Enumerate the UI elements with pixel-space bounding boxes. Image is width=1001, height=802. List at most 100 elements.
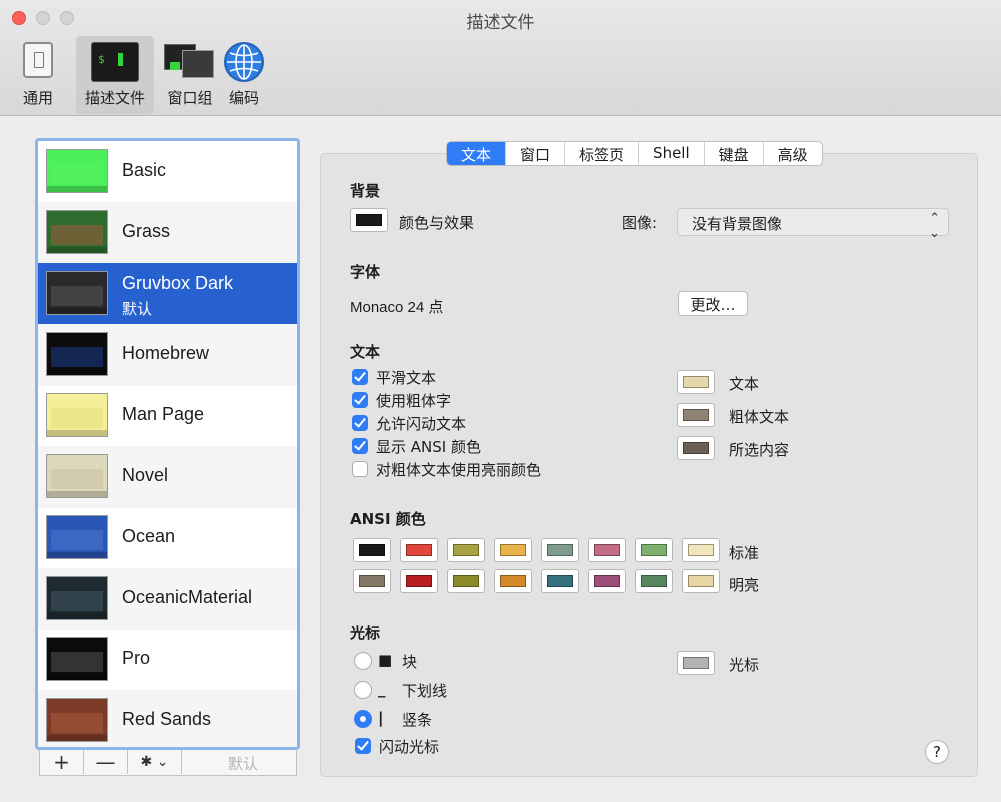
profile-preview-thumbnail bbox=[46, 149, 108, 193]
ansi-normal-color-well[interactable] bbox=[494, 538, 532, 562]
ansi-normal-color-well[interactable] bbox=[682, 538, 720, 562]
profiles-icon: $ bbox=[91, 42, 139, 82]
toolbar-label: 通用 bbox=[22, 89, 53, 107]
ansi-bright-color-well[interactable] bbox=[353, 569, 391, 593]
cursor-style-label: 竖条 bbox=[402, 711, 433, 729]
ansi-bright-color-well[interactable] bbox=[447, 569, 485, 593]
text-option-checkbox[interactable] bbox=[352, 369, 368, 385]
text-option-label: 允许闪动文本 bbox=[376, 415, 467, 433]
text-option-checkbox[interactable] bbox=[352, 392, 368, 408]
text-color-label: 粗体文本 bbox=[729, 408, 790, 426]
toolbar: 描述文件 通用 $ 描述文件 窗口组 编码 bbox=[0, 0, 1001, 116]
cursor-style-label: 块 bbox=[402, 653, 418, 671]
text-option-checkbox[interactable] bbox=[352, 438, 368, 454]
text-color-label: 所选内容 bbox=[729, 441, 790, 459]
profile-name: Basic bbox=[122, 160, 167, 180]
tab-window[interactable]: 窗口 bbox=[506, 142, 566, 165]
cursor-style-radio[interactable] bbox=[354, 652, 372, 670]
window-title: 描述文件 bbox=[466, 13, 535, 33]
blink-cursor-checkbox[interactable] bbox=[355, 738, 371, 754]
text-option-checkbox[interactable] bbox=[352, 461, 368, 477]
text-option-label: 平滑文本 bbox=[376, 369, 437, 387]
tab-advanced[interactable]: 高级 bbox=[764, 142, 822, 165]
toolbar-label: 窗口组 bbox=[167, 89, 213, 107]
profile-row[interactable]: Homebrew bbox=[38, 324, 297, 386]
toolbar-label: 编码 bbox=[228, 89, 259, 107]
profile-row[interactable]: Novel bbox=[38, 446, 297, 508]
ansi-normal-color-well[interactable] bbox=[635, 538, 673, 562]
profile-row[interactable]: Grass bbox=[38, 202, 297, 264]
profile-list[interactable]: Basic Grass Gruvbox Dark 默认 Homebrew Man Page… bbox=[35, 138, 300, 750]
tab-shell[interactable]: Shell bbox=[639, 142, 705, 165]
profile-name: Grass bbox=[122, 221, 171, 241]
profile-row[interactable]: Basic bbox=[38, 141, 297, 203]
color-effects-label: 颜色与效果 bbox=[399, 214, 475, 232]
ansi-heading: ANSI 颜色 bbox=[350, 510, 426, 528]
tab-tabs[interactable]: 标签页 bbox=[565, 142, 640, 165]
profile-preview-thumbnail bbox=[46, 393, 108, 437]
profile-row[interactable]: Gruvbox Dark 默认 bbox=[38, 263, 297, 325]
toolbar-profiles-tab[interactable]: $ 描述文件 bbox=[76, 36, 154, 114]
ansi-normal-color-well[interactable] bbox=[588, 538, 626, 562]
profile-row[interactable]: Ocean bbox=[38, 507, 297, 569]
profile-row[interactable]: OceanicMaterial bbox=[38, 568, 297, 630]
cursor-style-label: 下划线 bbox=[402, 682, 448, 700]
text-color-well[interactable] bbox=[677, 436, 715, 460]
toolbar-encodings-tab[interactable]: 编码 bbox=[222, 36, 266, 114]
cursor-style-glyph: ■ bbox=[378, 651, 393, 669]
cursor-style-glyph: | bbox=[378, 709, 384, 727]
background-heading: 背景 bbox=[350, 182, 381, 200]
ansi-bright-color-well[interactable] bbox=[541, 569, 579, 593]
cursor-color-well[interactable] bbox=[677, 651, 715, 675]
add-profile-button[interactable]: + bbox=[40, 750, 84, 774]
set-default-button[interactable]: 默认 bbox=[228, 753, 258, 774]
ansi-normal-color-well[interactable] bbox=[353, 538, 391, 562]
ansi-bright-label: 明亮 bbox=[729, 576, 760, 594]
cursor-heading: 光标 bbox=[350, 624, 381, 642]
profile-list-toolbar: + — ✱ ⌄ 默认 bbox=[39, 750, 297, 776]
default-profile-badge: 默认 bbox=[122, 300, 153, 318]
tab-text[interactable]: 文本 bbox=[447, 142, 507, 165]
profile-preview-thumbnail bbox=[46, 515, 108, 559]
cursor-style-radio[interactable] bbox=[354, 710, 372, 728]
profile-preview-thumbnail bbox=[46, 454, 108, 498]
font-heading: 字体 bbox=[350, 263, 381, 281]
text-option-label: 使用粗体字 bbox=[376, 392, 452, 410]
text-option-checkbox[interactable] bbox=[352, 415, 368, 431]
background-color-well[interactable] bbox=[350, 208, 388, 232]
tab-keyboard[interactable]: 键盘 bbox=[705, 142, 764, 165]
change-font-button[interactable]: 更改… bbox=[678, 291, 748, 316]
profile-preview-thumbnail bbox=[46, 576, 108, 620]
profile-actions-menu-button[interactable]: ✱ ⌄ bbox=[128, 750, 182, 774]
profile-name: Red Sands bbox=[122, 709, 212, 729]
profile-preview-thumbnail bbox=[46, 698, 108, 742]
profile-row[interactable]: Pro bbox=[38, 629, 297, 691]
text-heading: 文本 bbox=[350, 343, 381, 361]
settings-tabs: 文本 窗口 标签页 Shell 键盘 高级 bbox=[446, 141, 823, 166]
profile-row[interactable]: Man Page bbox=[38, 385, 297, 447]
ansi-bright-color-well[interactable] bbox=[494, 569, 532, 593]
ansi-bright-color-well[interactable] bbox=[588, 569, 626, 593]
encodings-globe-icon bbox=[224, 42, 264, 82]
background-image-select[interactable]: 没有背景图像 ⌃ ⌄ bbox=[677, 208, 949, 241]
help-button[interactable]: ? bbox=[925, 740, 949, 764]
font-value: Monaco 24 点 bbox=[350, 299, 444, 316]
ansi-bright-color-well[interactable] bbox=[635, 569, 673, 593]
ansi-normal-color-well[interactable] bbox=[400, 538, 438, 562]
ansi-normal-color-well[interactable] bbox=[541, 538, 579, 562]
toolbar-window-groups-tab[interactable]: 窗口组 bbox=[156, 36, 224, 114]
cursor-style-radio[interactable] bbox=[354, 681, 372, 699]
profile-preview-thumbnail bbox=[46, 637, 108, 681]
remove-profile-button[interactable]: — bbox=[84, 750, 128, 774]
profile-name: Pro bbox=[122, 648, 151, 668]
background-image-value: 没有背景图像 bbox=[692, 215, 783, 233]
ansi-bright-color-well[interactable] bbox=[682, 569, 720, 593]
text-color-well[interactable] bbox=[677, 370, 715, 394]
profile-preview-thumbnail bbox=[46, 271, 108, 315]
ansi-bright-color-well[interactable] bbox=[400, 569, 438, 593]
profile-row[interactable]: Red Sands bbox=[38, 690, 297, 747]
general-icon bbox=[23, 42, 53, 78]
text-color-well[interactable] bbox=[677, 403, 715, 427]
toolbar-general-tab[interactable]: 通用 bbox=[6, 36, 70, 114]
ansi-normal-color-well[interactable] bbox=[447, 538, 485, 562]
